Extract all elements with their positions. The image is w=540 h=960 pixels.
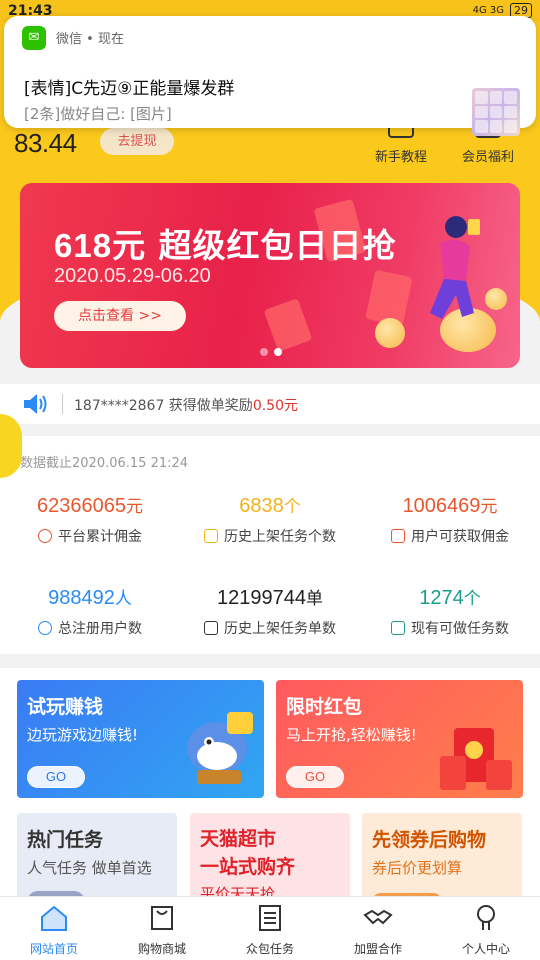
banner-pagination xyxy=(260,348,282,356)
quick-link-label: 新手教程 xyxy=(374,150,427,165)
card-title: 先领券后购物 xyxy=(372,829,487,851)
card-limited-redpacket[interactable]: 限时红包 马上开抢,轻松赚钱! GO xyxy=(276,680,523,798)
card-subtitle: 人气任务 做单首选 xyxy=(27,859,152,877)
balance-amount: 83.44 xyxy=(14,128,77,158)
stat-open-tasks: 1274个 现有可做任务数 xyxy=(360,584,540,638)
tab-home[interactable]: 网站首页 xyxy=(0,897,108,960)
banner-dot-active[interactable] xyxy=(274,348,282,356)
task-list-icon xyxy=(204,529,218,543)
stat-value: 1006469元 xyxy=(402,495,498,517)
speaker-icon xyxy=(24,394,47,414)
stat-label: 历史上架任务单数 xyxy=(180,618,360,638)
tab-label: 加盟合作 xyxy=(353,942,402,956)
stat-label: 总注册用户数 xyxy=(0,618,180,638)
stats-timestamp: 数据截止2020.06.15 21:24 xyxy=(20,456,189,471)
signal-icon: 4G 3G xyxy=(472,5,504,16)
card-subtitle: 券后价更划算 xyxy=(372,859,463,877)
banner-title-number: 618 xyxy=(54,227,113,264)
reward-ticker: 187****2867 获得做单奖励0.50元 xyxy=(0,384,540,424)
stat-label: 平台累计佣金 xyxy=(0,526,180,546)
card-title: 热门任务 xyxy=(27,829,104,851)
card-play-to-earn[interactable]: 试玩赚钱 边玩游戏边赚钱! GO xyxy=(17,680,264,798)
wechat-icon: ✉ xyxy=(22,26,46,50)
stat-registered-users: 988492人 总注册用户数 xyxy=(0,584,180,638)
checkbox-icon xyxy=(204,621,218,635)
stat-task-count: 6838个 历史上架任务个数 xyxy=(180,492,360,546)
tab-label: 众包任务 xyxy=(245,942,294,956)
banner-title: 618元 超级红包日日抢 xyxy=(54,219,397,267)
ticker-amount: 0.50元 xyxy=(252,398,298,414)
user-icon xyxy=(38,621,52,635)
edit-doc-icon xyxy=(391,621,405,635)
handshake-icon xyxy=(363,909,393,925)
tab-label: 个人中心 xyxy=(461,942,510,956)
task-doc-icon xyxy=(259,905,281,931)
stat-value: 988492人 xyxy=(48,587,132,609)
ticker-message: 187****2867 获得做单奖励 xyxy=(74,398,253,414)
stat-value: 1274个 xyxy=(419,587,481,609)
notification-time: 现在 xyxy=(97,32,124,47)
notification-title: [表情]C先迈⑨正能量爆发群 xyxy=(24,79,235,99)
quick-link-label: 会员福利 xyxy=(461,150,514,165)
home-icon xyxy=(41,905,67,931)
card-go-button[interactable]: GO xyxy=(286,766,344,788)
card-subtitle: 马上开抢,轻松赚钱! xyxy=(286,726,417,744)
stat-label: 用户可获取佣金 xyxy=(360,526,540,546)
ticker-text: 187****2867 获得做单奖励0.50元 xyxy=(74,395,298,415)
stat-available-commission: 1006469元 用户可获取佣金 xyxy=(360,492,540,546)
card-hot-tasks[interactable]: 热门任务 人气任务 做单首选 GO xyxy=(17,813,177,903)
card-go-button[interactable]: GO xyxy=(27,766,85,788)
stat-value: 6838个 xyxy=(239,495,301,517)
shark-mascot-illustration xyxy=(187,712,253,784)
ticker-divider xyxy=(62,394,63,414)
card-coupon-shopping[interactable]: 先领券后购物 券后价更划算 立即抢购 xyxy=(362,813,522,903)
shopping-bag-icon xyxy=(151,906,173,930)
money-bag-icon xyxy=(38,529,52,543)
promo-banner[interactable]: 618元 超级红包日日抢 2020.05.29-06.20 点击查看 >> xyxy=(20,183,520,368)
notification-app: 微信 • 现在 xyxy=(56,32,124,47)
banner-view-button[interactable]: 点击查看 >> xyxy=(54,301,186,331)
card-subtitle: 边玩游戏边赚钱! xyxy=(27,726,139,744)
tab-crowd-tasks[interactable]: 众包任务 xyxy=(216,897,324,960)
wechat-notification[interactable]: ✉ 微信 • 现在 [表情]C先迈⑨正能量爆发群 [2条]做好自己: [图片] xyxy=(4,16,536,136)
banner-title-text: 元 超级红包日日抢 xyxy=(112,226,397,265)
notification-thumbnail xyxy=(472,88,520,136)
tab-profile[interactable]: 个人中心 xyxy=(432,897,540,960)
card-title: 天猫超市 一站式购齐 xyxy=(200,828,296,878)
gift-box-icon xyxy=(391,529,405,543)
stat-total-commission: 62366065元 平台累计佣金 xyxy=(0,492,180,546)
red-envelope-decoration xyxy=(263,298,313,352)
withdraw-button[interactable]: 去提现 xyxy=(100,128,174,155)
person-icon xyxy=(477,905,495,930)
stat-label: 历史上架任务个数 xyxy=(180,526,360,546)
bottom-tab-bar: 网站首页 购物商城 众包任务 加盟合作 个人中心 xyxy=(0,896,540,960)
stat-task-orders: 12199744单 历史上架任务单数 xyxy=(180,584,360,638)
red-packet-illustration xyxy=(440,728,512,790)
tab-label: 购物商城 xyxy=(137,942,186,956)
feature-cards: 试玩赚钱 边玩游戏边赚钱! GO 限时红包 马上开抢,轻松赚钱! GO 热门任务… xyxy=(0,668,540,903)
gold-coin-decoration xyxy=(485,288,507,310)
tab-label: 网站首页 xyxy=(29,942,78,956)
stat-label: 现有可做任务数 xyxy=(360,618,540,638)
stat-value: 62366065元 xyxy=(37,495,143,517)
notification-app-name: 微信 xyxy=(56,32,83,47)
card-tmall-supermarket[interactable]: 天猫超市 一站式购齐 平价天天抢 xyxy=(190,813,350,903)
card-title: 限时红包 xyxy=(286,696,363,718)
stat-value: 12199744单 xyxy=(217,587,323,609)
banner-date-range: 2020.05.29-06.20 xyxy=(54,265,211,287)
banner-dot[interactable] xyxy=(260,348,268,356)
notification-message: [2条]做好自己: [图片] xyxy=(24,105,172,123)
running-person-illustration xyxy=(430,216,480,319)
card-title: 试玩赚钱 xyxy=(27,696,104,718)
tab-shopping[interactable]: 购物商城 xyxy=(108,897,216,960)
gold-coin-decoration xyxy=(375,318,405,348)
tab-partnership[interactable]: 加盟合作 xyxy=(324,897,432,960)
platform-stats: 数据截止2020.06.15 21:24 62366065元 平台累计佣金 68… xyxy=(0,436,540,654)
